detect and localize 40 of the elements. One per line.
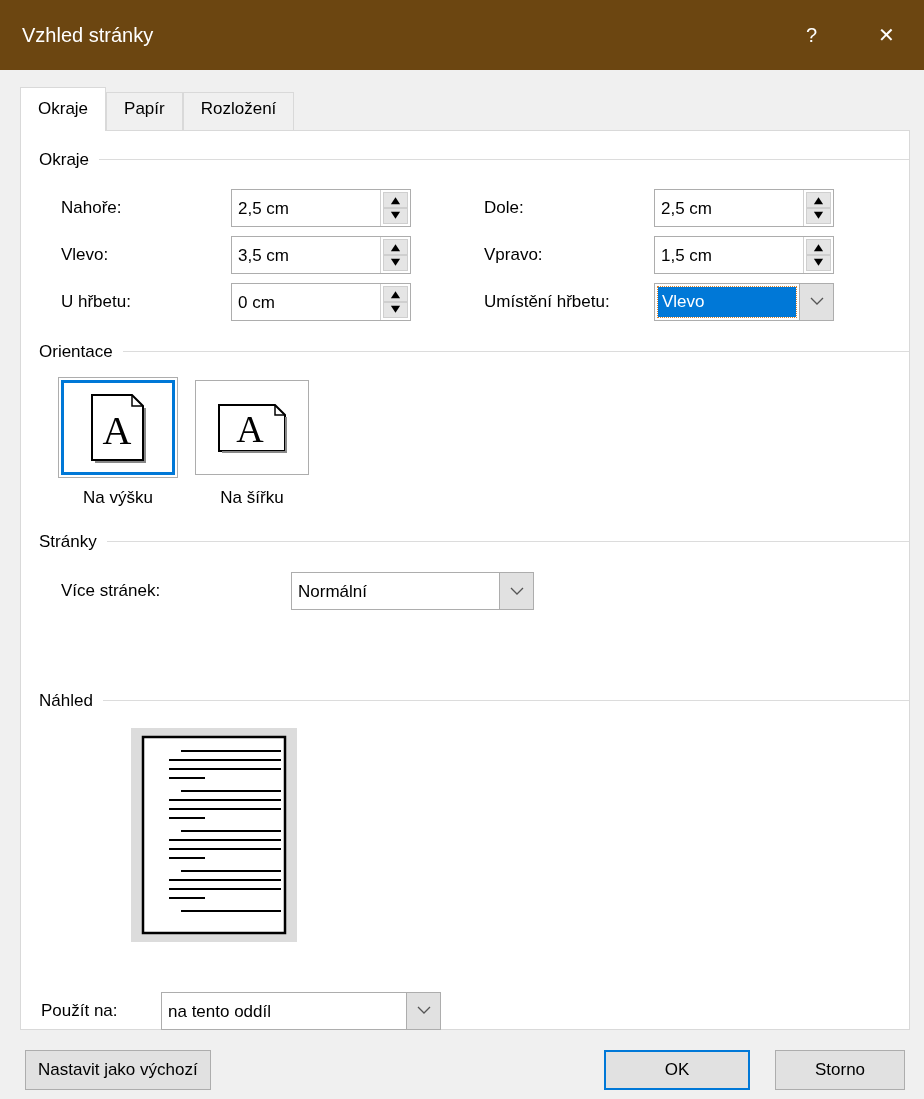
option-label: Na šířku <box>220 487 284 509</box>
field-label: Vpravo: <box>484 243 544 266</box>
field-label: Vlevo: <box>61 243 110 266</box>
page-letter-icon: A <box>216 401 288 454</box>
orientation-button[interactable]: A <box>61 380 175 475</box>
dropdown-field[interactable]: Vlevo <box>654 282 834 321</box>
page-letter-icon: A <box>89 391 147 464</box>
section-heading: Stránky <box>39 530 97 553</box>
orientation-button[interactable]: A <box>195 380 309 475</box>
option-label: Na výšku <box>83 487 153 509</box>
spin-field[interactable]: 2,5 cm <box>231 188 411 227</box>
field-label: Dole: <box>484 196 525 219</box>
section-heading: Orientace <box>39 340 113 363</box>
tab[interactable]: Okraje <box>20 87 107 131</box>
spin-field[interactable]: 3,5 cm <box>231 235 411 274</box>
dialog-button[interactable]: Storno <box>775 1050 905 1090</box>
spin-field[interactable]: 1,5 cm <box>654 235 834 274</box>
window-title: Vzhled stránky <box>22 23 155 48</box>
help-button[interactable]: ? <box>774 19 849 51</box>
field-label: Více stránek: <box>61 580 162 603</box>
field-label: Použít na: <box>41 999 119 1022</box>
tab[interactable]: Papír <box>106 92 183 130</box>
tab[interactable]: Rozložení <box>182 92 295 130</box>
close-button[interactable]: ✕ <box>849 19 924 51</box>
field-label: U hřbetu: <box>61 290 132 313</box>
field-label: Nahoře: <box>61 196 123 219</box>
spinner-icon[interactable] <box>380 189 410 226</box>
section-heading: Náhled <box>39 690 93 712</box>
section-heading: Okraje <box>39 149 90 171</box>
dropdown-field[interactable]: Normální <box>291 572 534 610</box>
field-label: Umístění hřbetu: <box>484 290 611 313</box>
spinner-icon[interactable] <box>803 236 833 273</box>
spin-field[interactable]: 0 cm <box>231 282 411 321</box>
dropdown-field[interactable]: na tento oddíl <box>161 991 441 1030</box>
spinner-icon[interactable] <box>380 283 410 320</box>
spinner-icon[interactable] <box>803 189 833 226</box>
dialog-button[interactable]: Nastavit jako výchozí <box>25 1050 211 1090</box>
dialog-button[interactable]: OK <box>604 1050 750 1090</box>
spin-field[interactable]: 2,5 cm <box>654 188 834 227</box>
spinner-icon[interactable] <box>380 236 410 273</box>
